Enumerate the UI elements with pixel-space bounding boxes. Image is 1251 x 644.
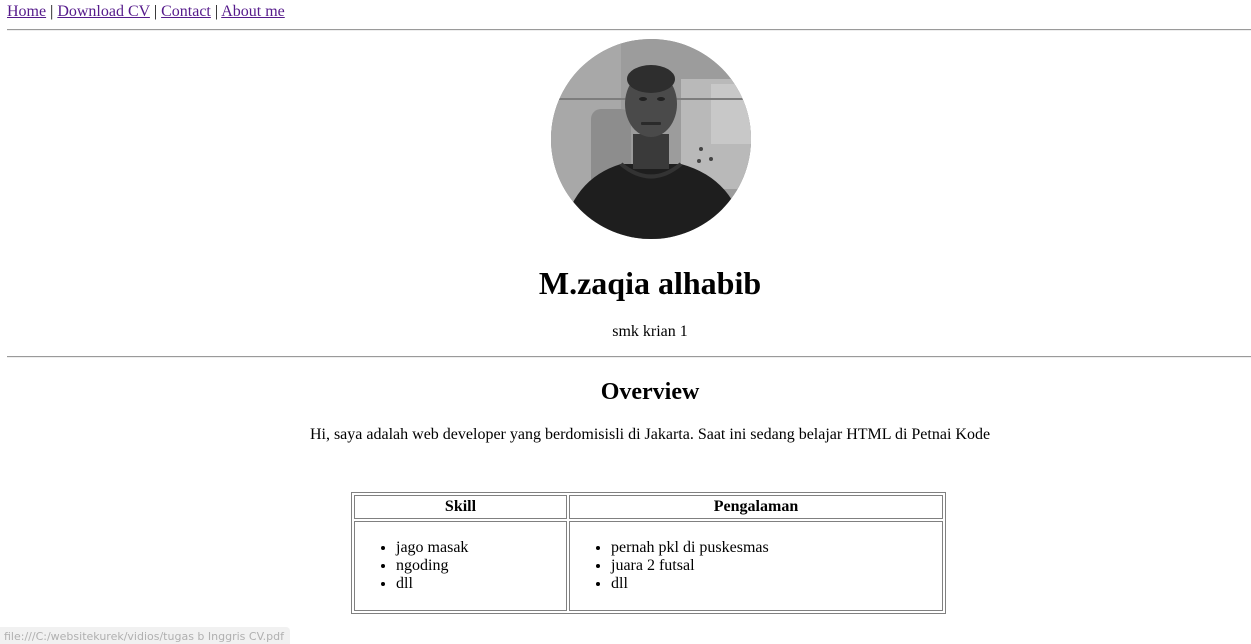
nav-contact-link[interactable]: Contact: [161, 3, 211, 20]
skill-list: jago masak ngoding dll: [356, 539, 565, 593]
profile-photo: [551, 39, 751, 239]
overview-paragraph: Hi, saya adalah web developer yang berdo…: [309, 426, 991, 443]
list-item: dll: [396, 575, 565, 593]
nav-about-link[interactable]: About me: [221, 3, 285, 20]
table-header-row: Skill Pengalaman: [354, 495, 943, 519]
overview-heading: Overview: [600, 379, 700, 405]
skill-experience-table: Skill Pengalaman jago masak ngoding dll …: [351, 492, 946, 614]
list-item: juara 2 futsal: [611, 557, 941, 575]
experience-list: pernah pkl di puskesmas juara 2 futsal d…: [571, 539, 941, 593]
skill-cell: jago masak ngoding dll: [354, 521, 567, 611]
list-item: dll: [611, 575, 941, 593]
list-item: jago masak: [396, 539, 565, 557]
status-bar-url: file:///C:/websitekurek/vidios/tugas b I…: [0, 627, 291, 644]
nav-separator: |: [214, 3, 219, 20]
profile-school: smk krian 1: [612, 323, 688, 340]
top-divider: [7, 29, 1251, 31]
table-header-experience: Pengalaman: [569, 495, 943, 519]
list-item: ngoding: [396, 557, 565, 575]
table-row: jago masak ngoding dll pernah pkl di pus…: [354, 521, 943, 611]
top-nav: Home | Download CV | Contact | About me: [7, 3, 285, 21]
nav-download-cv-link[interactable]: Download CV: [57, 3, 150, 20]
experience-cell: pernah pkl di puskesmas juara 2 futsal d…: [569, 521, 943, 611]
profile-name: M.zaqia alhabib: [538, 265, 762, 301]
nav-home-link[interactable]: Home: [7, 3, 46, 20]
nav-separator: |: [50, 3, 54, 20]
nav-separator: |: [153, 3, 158, 20]
table-header-skill: Skill: [354, 495, 567, 519]
list-item: pernah pkl di puskesmas: [611, 539, 941, 557]
middle-divider: [7, 356, 1251, 358]
